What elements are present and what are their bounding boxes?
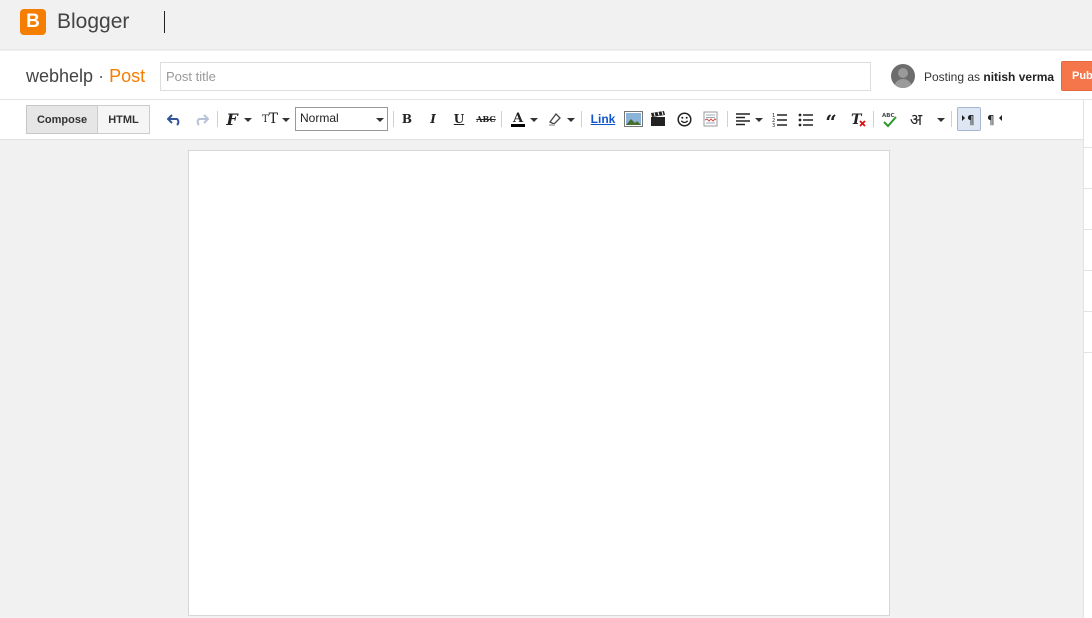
avatar[interactable]: [891, 64, 915, 88]
image-icon[interactable]: [623, 109, 643, 129]
emoji-icon[interactable]: [675, 109, 693, 129]
panel-divider: [1084, 188, 1092, 189]
posting-as-label: Posting as nitish verma: [924, 70, 1054, 84]
svg-text:ABC: ABC: [882, 113, 895, 119]
html-mode-button[interactable]: HTML: [97, 105, 150, 134]
font-size-caret-icon[interactable]: [282, 118, 290, 122]
transliterate-icon[interactable]: अ: [906, 109, 926, 129]
panel-divider: [1084, 229, 1092, 230]
publish-button[interactable]: Publish: [1061, 61, 1092, 91]
toolbar-separator: [501, 111, 502, 127]
bullet-list-icon[interactable]: [797, 109, 815, 129]
post-body-editor[interactable]: [188, 150, 890, 616]
svg-text:¶: ¶: [987, 113, 995, 126]
ltr-icon[interactable]: ¶: [957, 107, 981, 131]
italic-icon[interactable]: I: [426, 109, 440, 129]
transliterate-caret-icon[interactable]: [937, 118, 945, 122]
paragraph-format-caret-icon[interactable]: [376, 118, 384, 122]
align-caret-icon[interactable]: [755, 118, 763, 122]
spellcheck-icon[interactable]: ABC: [880, 109, 898, 129]
panel-divider: [1084, 270, 1092, 271]
video-icon[interactable]: [649, 109, 667, 129]
section-name: Post: [109, 66, 146, 86]
numbered-list-icon[interactable]: 123: [771, 109, 789, 129]
toolbar-separator: [581, 111, 582, 127]
post-header: webhelp · Post Posting as nitish verma P…: [0, 51, 1092, 100]
svg-text:¶: ¶: [967, 113, 975, 126]
blogger-logo-icon[interactable]: B: [20, 9, 46, 35]
redo-icon[interactable]: [192, 109, 210, 129]
strikethrough-icon[interactable]: ABC: [476, 109, 496, 129]
jump-break-icon[interactable]: [701, 109, 719, 129]
breadcrumb-separator: ·: [98, 66, 105, 86]
toolbar-separator: [727, 111, 728, 127]
panel-divider: [1084, 352, 1092, 353]
paragraph-format-select[interactable]: Normal: [295, 107, 388, 131]
editor-toolbar: Compose HTML F TT Normal B I U ABC A Lin…: [0, 100, 1083, 140]
rtl-icon[interactable]: ¶: [986, 109, 1004, 129]
user-name: nitish verma: [983, 70, 1055, 84]
logo-letter: B: [26, 11, 40, 32]
brand-name[interactable]: Blogger: [57, 10, 129, 34]
side-panel-edge: [1083, 100, 1092, 618]
post-title-input[interactable]: [160, 62, 871, 91]
brand-divider: [164, 11, 165, 33]
compose-mode-button[interactable]: Compose: [26, 105, 98, 134]
highlight-icon[interactable]: [546, 109, 564, 129]
panel-divider: [1084, 311, 1092, 312]
toolbar-separator: [217, 111, 218, 127]
undo-icon[interactable]: [166, 109, 184, 129]
panel-divider: [1084, 147, 1092, 148]
text-color-icon[interactable]: A: [509, 109, 527, 129]
underline-icon[interactable]: U: [452, 109, 466, 129]
svg-text:A: A: [512, 111, 524, 126]
font-size-icon[interactable]: TT: [261, 109, 279, 129]
insert-link-button[interactable]: Link: [589, 109, 617, 129]
align-icon[interactable]: [734, 109, 752, 129]
quote-icon[interactable]: “: [822, 109, 840, 132]
svg-text:3: 3: [772, 123, 775, 127]
blog-name[interactable]: webhelp: [26, 66, 93, 86]
bold-icon[interactable]: B: [400, 109, 414, 129]
blog-breadcrumb: webhelp · Post: [26, 66, 145, 87]
toolbar-separator: [873, 111, 874, 127]
toolbar-separator: [951, 111, 952, 127]
text-color-caret-icon[interactable]: [530, 118, 538, 122]
clear-formatting-icon[interactable]: T: [849, 109, 867, 129]
avatar-body: [894, 79, 912, 88]
font-family-caret-icon[interactable]: [244, 118, 252, 122]
font-family-icon[interactable]: F: [224, 109, 240, 129]
highlight-caret-icon[interactable]: [567, 118, 575, 122]
top-bar: B Blogger: [0, 0, 1092, 50]
toolbar-separator: [393, 111, 394, 127]
posting-as-prefix: Posting as: [924, 70, 981, 84]
avatar-head: [898, 68, 908, 78]
